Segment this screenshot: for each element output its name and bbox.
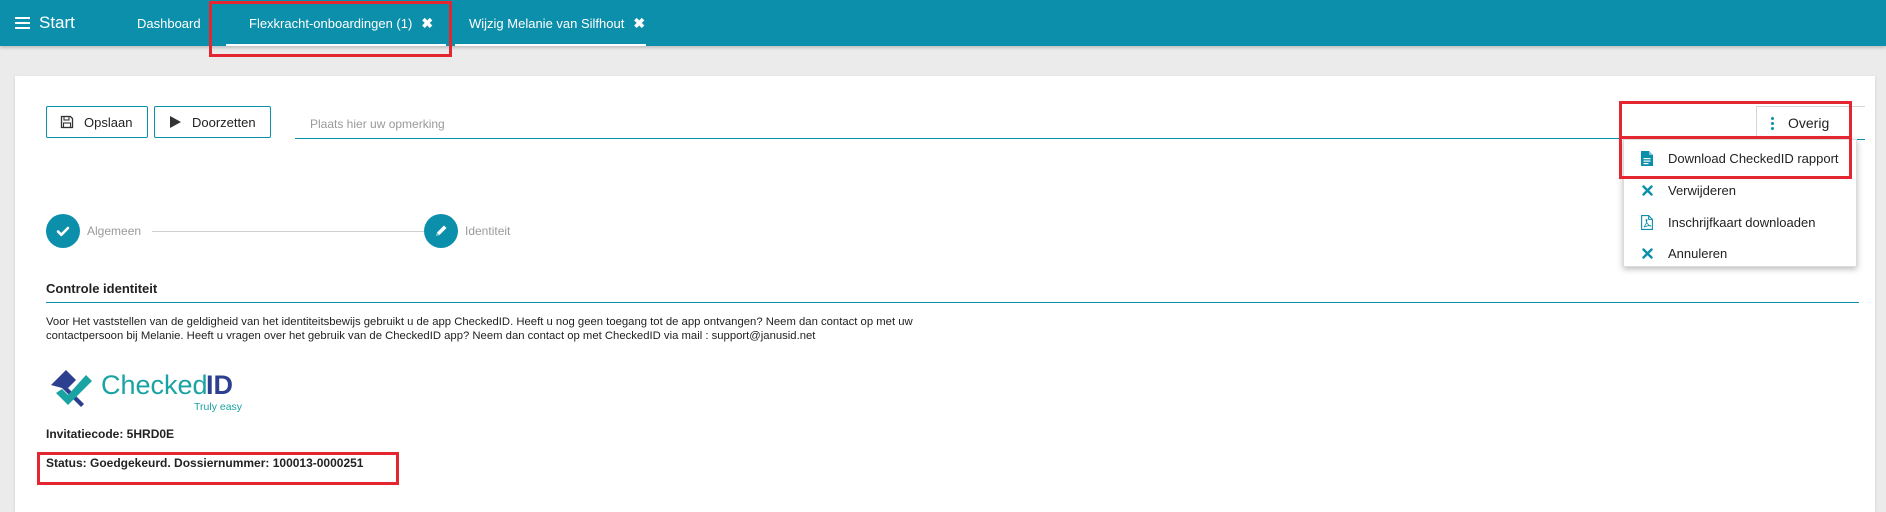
tab-wijzig-melanie[interactable]: Wijzig Melanie van Silfhout ✖ bbox=[469, 0, 645, 46]
close-icon[interactable]: ✖ bbox=[421, 15, 433, 32]
floppy-disk-icon bbox=[60, 115, 74, 129]
step-label-identiteit: Identiteit bbox=[465, 224, 511, 238]
tab-label: Flexkracht-onboardingen (1) bbox=[249, 15, 413, 31]
logo-tagline: Truly easy bbox=[194, 401, 243, 413]
menu-item-label: Download CheckedID rapport bbox=[1668, 150, 1839, 166]
close-icon[interactable]: ✖ bbox=[633, 15, 645, 32]
forward-button[interactable]: Doorzetten bbox=[154, 106, 271, 138]
logo-wordmark-checked: Checked bbox=[101, 370, 208, 400]
section-divider bbox=[46, 302, 1859, 303]
document-icon bbox=[1639, 150, 1655, 166]
start-menu-button[interactable]: Start bbox=[15, 12, 75, 34]
step-identiteit[interactable] bbox=[424, 214, 458, 248]
menu-item-verwijderen[interactable]: Verwijderen bbox=[1624, 175, 1856, 205]
active-tab-indicator bbox=[226, 44, 446, 46]
close-icon bbox=[1639, 184, 1655, 196]
pencil-icon bbox=[436, 225, 447, 236]
checkedid-logo: Checked ID Truly easy bbox=[48, 359, 268, 417]
active-tab-indicator bbox=[455, 44, 646, 46]
check-icon bbox=[56, 226, 70, 237]
menu-item-label: Inschrijfkaart downloaden bbox=[1668, 214, 1816, 230]
save-button[interactable]: Opslaan bbox=[46, 106, 148, 138]
tab-flexkracht-onboardingen[interactable]: Flexkracht-onboardingen (1) ✖ bbox=[249, 0, 433, 46]
forward-label: Doorzetten bbox=[192, 114, 256, 130]
menu-item-label: Annuleren bbox=[1668, 245, 1728, 261]
menu-item-annuleren[interactable]: Annuleren bbox=[1624, 238, 1856, 268]
step-algemeen[interactable] bbox=[46, 214, 80, 248]
menu-item-inschrijfkaart-downloaden[interactable]: Inschrijfkaart downloaden bbox=[1624, 207, 1856, 237]
save-label: Opslaan bbox=[84, 114, 133, 130]
play-icon bbox=[170, 116, 181, 128]
top-navigation-bar: Start Dashboard Flexkracht-onboardingen … bbox=[0, 0, 1886, 46]
start-label: Start bbox=[39, 13, 75, 32]
hamburger-icon bbox=[15, 17, 30, 29]
section-title: Controle identiteit bbox=[46, 281, 158, 296]
more-options-label: Overig bbox=[1788, 115, 1830, 131]
more-options-menu: Download CheckedID rapport Verwijderen I… bbox=[1623, 139, 1857, 267]
step-label-algemeen: Algemeen bbox=[87, 224, 142, 238]
menu-item-download-checkedid-report[interactable]: Download CheckedID rapport bbox=[1624, 143, 1856, 173]
tab-dashboard[interactable]: Dashboard bbox=[137, 0, 201, 46]
tab-label: Wijzig Melanie van Silfhout bbox=[469, 15, 625, 31]
identity-description: Voor Het vaststellen van de geldigheid v… bbox=[46, 316, 913, 342]
tab-label: Dashboard bbox=[137, 15, 201, 31]
more-options-button[interactable]: Overig bbox=[1756, 106, 1865, 140]
remark-input[interactable] bbox=[295, 109, 1640, 139]
main-card: Opslaan Doorzetten Overig Download Check… bbox=[15, 76, 1875, 512]
stepper-connector bbox=[152, 231, 428, 232]
invitation-code: Invitatiecode: 5HRD0E bbox=[46, 427, 175, 441]
menu-item-label: Verwijderen bbox=[1668, 182, 1736, 198]
logo-wordmark-id: ID bbox=[206, 370, 233, 400]
status-text: Status: Goedgekeurd. Dossiernummer: 1000… bbox=[46, 456, 364, 470]
vertical-dots-icon bbox=[1771, 116, 1774, 131]
close-icon bbox=[1639, 247, 1655, 259]
pdf-icon bbox=[1639, 214, 1655, 230]
